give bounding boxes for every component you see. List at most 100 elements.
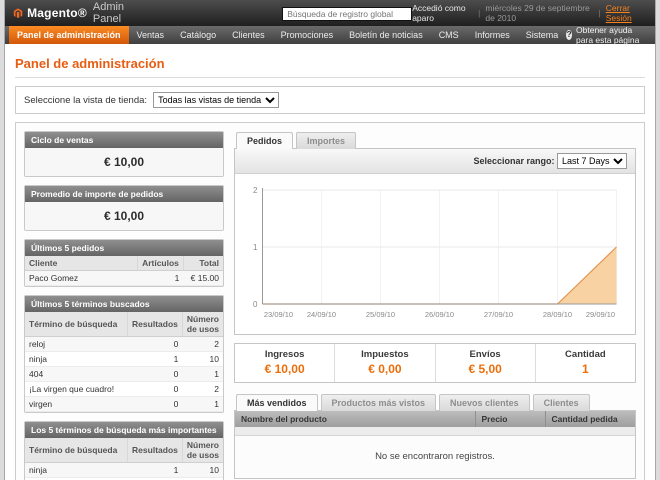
col-header: Término de búsqueda: [25, 312, 128, 337]
dashboard-left-column: Ciclo de ventas € 10,00 Promedio de impo…: [24, 131, 224, 480]
tab-productos-mas-vistos[interactable]: Productos más vistos: [321, 394, 437, 411]
header-separator: |: [478, 8, 480, 18]
dashboard-right-column: Pedidos Importes Seleccionar rango: Last…: [234, 131, 636, 480]
store-view-label: Seleccione la vista de tienda:: [24, 95, 147, 106]
tab-clientes[interactable]: Clientes: [533, 394, 590, 411]
cell-results: 0: [128, 337, 183, 352]
cell-uses: 10: [182, 352, 223, 367]
svg-text:25/09/10: 25/09/10: [366, 310, 395, 319]
average-orders-block: Promedio de importe de pedidos € 10,00: [24, 185, 224, 231]
nav-sistema[interactable]: Sistema: [518, 26, 567, 44]
stat-value: € 10,00: [235, 362, 334, 376]
help-label: Obtener ayuda para esta página: [576, 25, 647, 45]
table-row: ninja 1 10: [25, 463, 223, 478]
dashboard-container: Ciclo de ventas € 10,00 Promedio de impo…: [15, 122, 645, 480]
range-label: Seleccionar rango:: [473, 156, 554, 166]
content-area: Panel de administración Seleccione la vi…: [5, 44, 655, 480]
tab-mas-vendidos[interactable]: Más vendidos: [236, 394, 318, 411]
stat-value: 1: [536, 362, 635, 376]
stat-ingresos: Ingresos € 10,00: [235, 344, 334, 382]
cell-term: ninja: [25, 352, 128, 367]
logout-link[interactable]: Cerrar Sesión: [606, 3, 647, 23]
last-search-table: Término de búsqueda Resultados Número de…: [25, 312, 223, 412]
header-separator: |: [599, 8, 601, 18]
cell-customer: Paco Gomez: [25, 271, 138, 286]
table-row: ¡La virgen que cuadro! 0 2: [25, 382, 223, 397]
tab-importes[interactable]: Importes: [296, 132, 356, 149]
nav-clientes[interactable]: Clientes: [224, 26, 273, 44]
cell-results: 1: [128, 352, 183, 367]
last-orders-title: Últimos 5 pedidos: [25, 240, 223, 256]
cell-uses: 2: [182, 382, 223, 397]
grid-empty-message: No se encontraron registros.: [235, 436, 635, 478]
range-select[interactable]: Last 7 Days: [557, 153, 627, 169]
store-view-switcher: Seleccione la vista de tienda: Todas las…: [15, 86, 645, 114]
help-icon: ?: [566, 30, 572, 40]
header-user-area: Accedió como aparo | miércoles 29 de sep…: [412, 3, 647, 23]
cell-uses: 1: [182, 397, 223, 412]
logged-in-as: Accedió como aparo: [412, 3, 473, 23]
admin-window: Magento® Admin Panel Accedió como aparo …: [4, 0, 656, 480]
cell-uses: 1: [182, 367, 223, 382]
page-title: Panel de administración: [15, 56, 645, 71]
cell-results: 0: [128, 397, 183, 412]
tab-pedidos[interactable]: Pedidos: [236, 132, 293, 149]
grid-filter-row: [235, 427, 635, 436]
nav-informes[interactable]: Informes: [467, 26, 518, 44]
col-header: Número de usos: [182, 312, 223, 337]
nav-promociones[interactable]: Promociones: [273, 26, 342, 44]
cell-term: 404: [25, 367, 128, 382]
orders-chart: 01223/09/1024/09/1025/09/1026/09/1027/09…: [235, 174, 635, 334]
average-orders-title: Promedio de importe de pedidos: [25, 186, 223, 202]
logo-text: Magento®: [27, 6, 87, 20]
table-row: Paco Gomez 1 € 15.00: [25, 271, 223, 286]
help-link[interactable]: ? Obtener ayuda para esta página: [566, 26, 651, 44]
grid-tabs: Más vendidos Productos más vistos Nuevos…: [234, 393, 636, 410]
nav-dashboard[interactable]: Panel de administración: [9, 26, 129, 44]
svg-text:0: 0: [253, 300, 258, 309]
cell-results: 1: [128, 463, 183, 478]
cell-total: € 15.00: [183, 271, 223, 286]
stat-label: Ingresos: [235, 349, 334, 360]
store-view-select[interactable]: Todas las vistas de tienda: [153, 92, 279, 108]
stat-cantidad: Cantidad 1: [535, 344, 635, 382]
grid-col-price: Precio: [475, 411, 545, 427]
last-orders-block: Últimos 5 pedidos Cliente Artículos Tota…: [24, 239, 224, 287]
col-header: Artículos: [138, 256, 184, 271]
lifetime-sales-block: Ciclo de ventas € 10,00: [24, 131, 224, 177]
totals-bar: Ingresos € 10,00 Impuestos € 0,00 Envíos…: [234, 343, 636, 383]
magento-logo: Magento® Admin Panel: [13, 1, 132, 25]
col-header: Término de búsqueda: [25, 438, 128, 463]
cell-term: ninja: [25, 463, 128, 478]
global-search-input[interactable]: [282, 7, 412, 21]
tab-nuevos-clientes[interactable]: Nuevos clientes: [439, 394, 530, 411]
svg-text:2: 2: [253, 186, 258, 195]
col-header: Total: [183, 256, 223, 271]
logo-suffix-text: Admin Panel: [93, 1, 132, 25]
col-header: Resultados: [128, 438, 183, 463]
cell-items: 1: [138, 271, 184, 286]
nav-cms[interactable]: CMS: [431, 26, 467, 44]
svg-text:24/09/10: 24/09/10: [307, 310, 336, 319]
cell-term: reloj: [25, 337, 128, 352]
svg-text:28/09/10: 28/09/10: [543, 310, 572, 319]
table-row: 404 0 1: [25, 367, 223, 382]
last-search-title: Últimos 5 términos buscados: [25, 296, 223, 312]
stat-label: Cantidad: [536, 349, 635, 360]
top-search-table: Término de búsqueda Resultados Número de…: [25, 438, 223, 480]
svg-text:27/09/10: 27/09/10: [484, 310, 513, 319]
nav-boletin[interactable]: Boletín de noticias: [341, 26, 431, 44]
cell-uses: 2: [182, 337, 223, 352]
svg-text:1: 1: [253, 243, 258, 252]
main-nav: Panel de administración Ventas Catálogo …: [5, 26, 655, 44]
col-header: Número de usos: [182, 438, 223, 463]
cell-results: 0: [128, 382, 183, 397]
title-divider: [15, 77, 645, 78]
table-row: virgen 0 1: [25, 397, 223, 412]
nav-catalogo[interactable]: Catálogo: [172, 26, 224, 44]
cell-term: virgen: [25, 397, 128, 412]
top-search-title: Los 5 términos de búsqueda más important…: [25, 422, 223, 438]
nav-ventas[interactable]: Ventas: [129, 26, 173, 44]
table-row: reloj 0 2: [25, 337, 223, 352]
top-header: Magento® Admin Panel Accedió como aparo …: [5, 0, 655, 26]
